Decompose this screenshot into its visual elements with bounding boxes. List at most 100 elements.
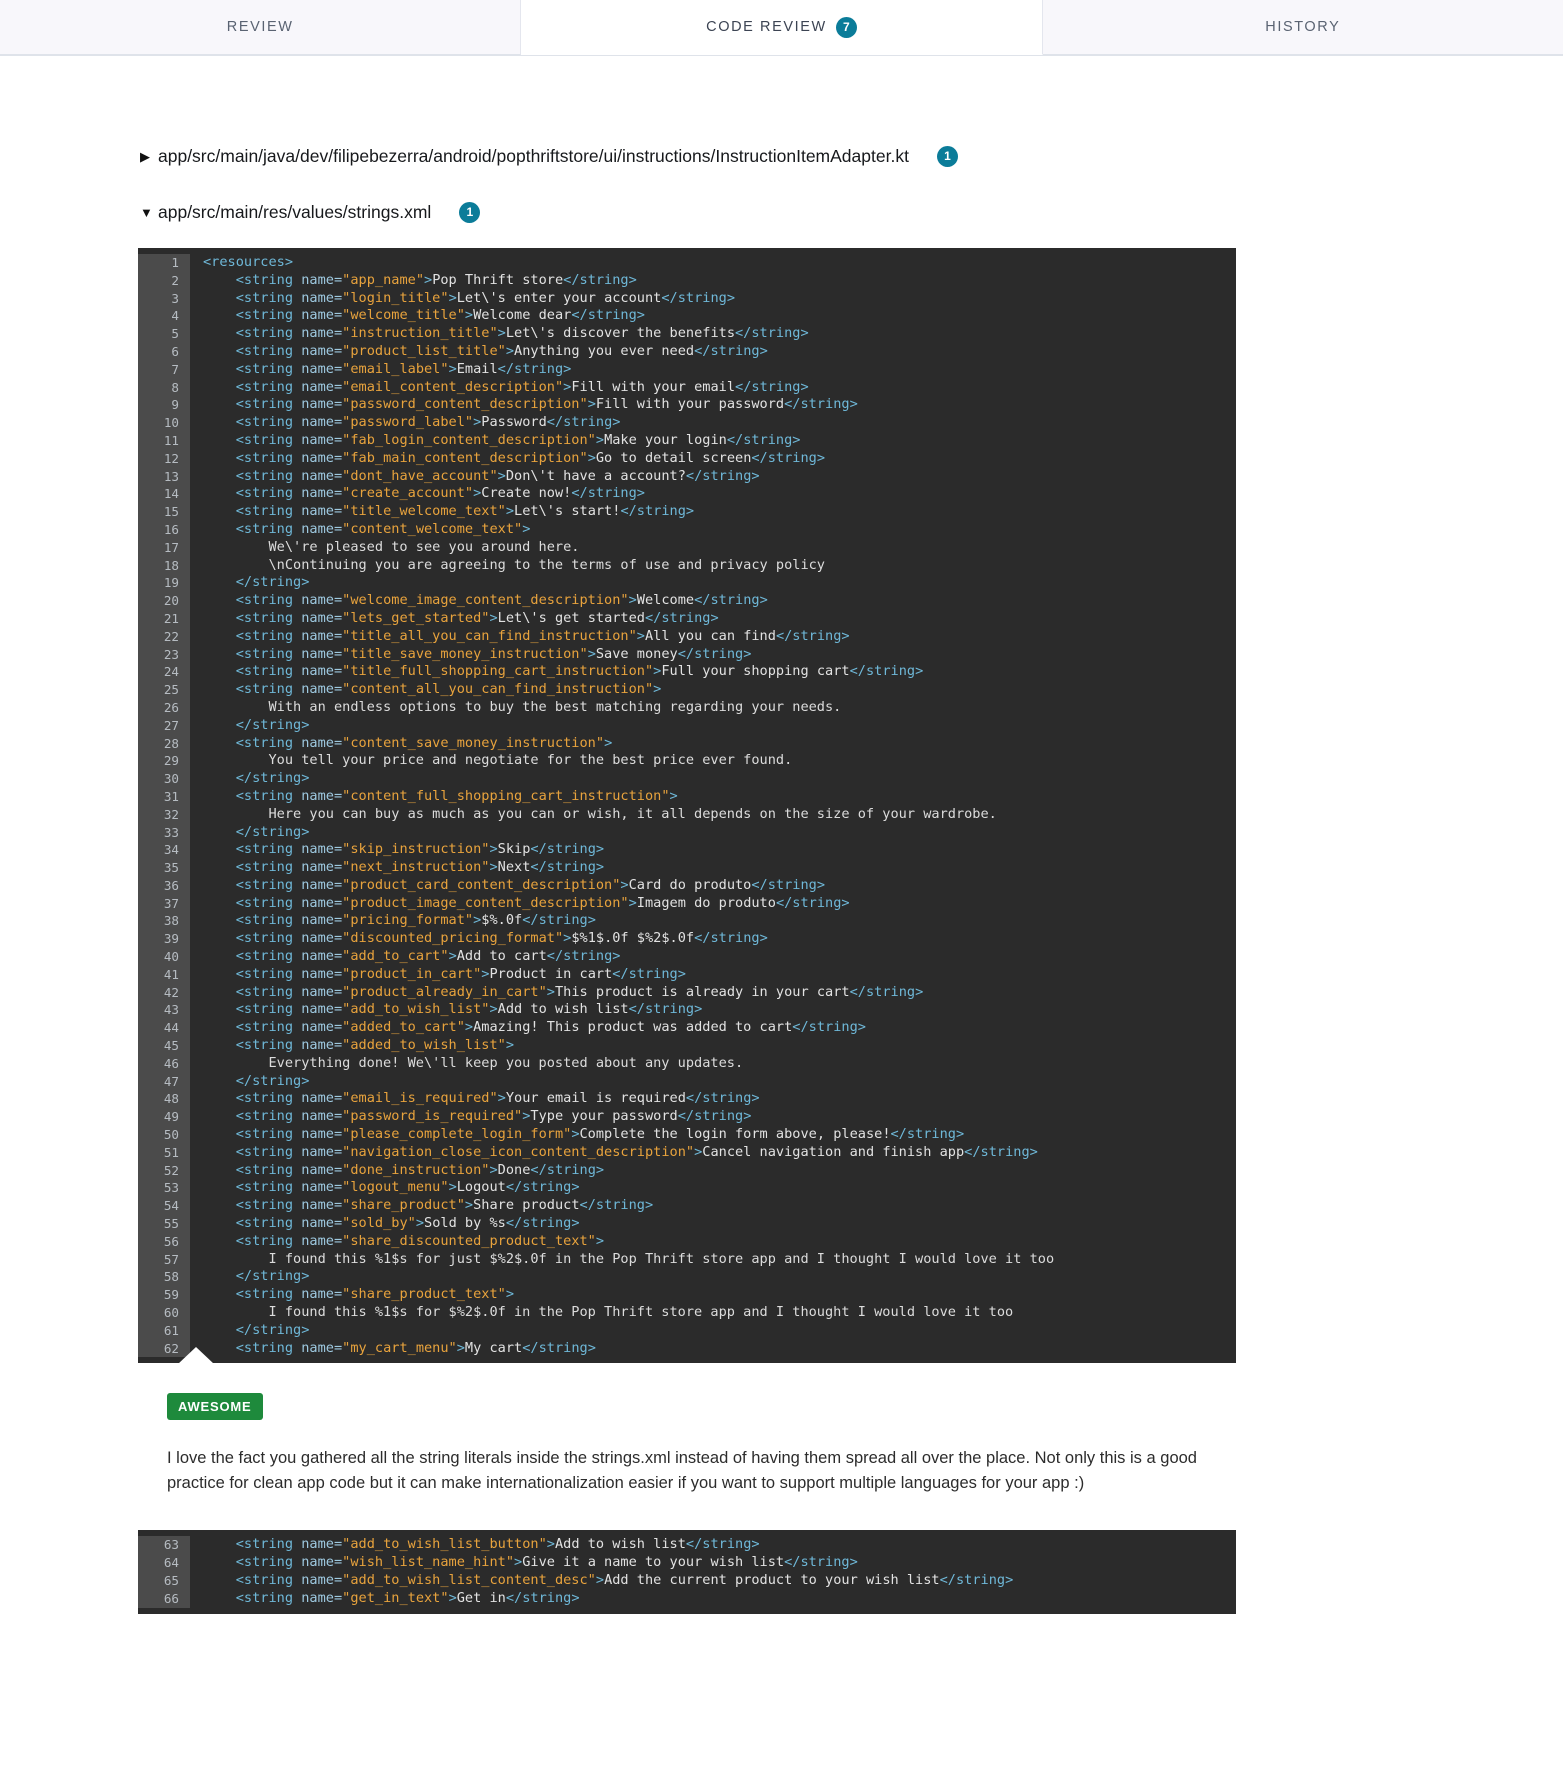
code-block-bottom[interactable]: 63 <string name="add_to_wish_list_button… bbox=[138, 1530, 1236, 1614]
code-lines-top: 1 <resources> 2 <string name="app_name">Po… bbox=[138, 248, 1236, 1363]
line-number: 2 bbox=[138, 271, 190, 290]
line-number: 31 bbox=[138, 787, 190, 806]
line-content: </string> bbox=[235, 716, 310, 733]
line-content: Here you can buy as much as you can or w… bbox=[203, 805, 997, 822]
code-line: 20 <string name="welcome_image_content_d… bbox=[138, 592, 1236, 610]
line-content: <string name="content_full_shopping_cart… bbox=[235, 787, 678, 804]
code-line: 51 <string name="navigation_close_icon_c… bbox=[138, 1143, 1236, 1162]
code-line: 15 <string name="title_welcome_text">Let… bbox=[138, 503, 1236, 521]
tab-history[interactable]: HISTORY bbox=[1042, 0, 1563, 55]
code-line: 43 <string name="add_to_wish_list">Add t… bbox=[138, 1001, 1236, 1020]
line-number: 13 bbox=[138, 467, 190, 486]
line-number: 23 bbox=[138, 645, 190, 664]
line-number: 48 bbox=[138, 1090, 190, 1109]
code-line: 35 <string name="next_instruction">Next<… bbox=[138, 859, 1236, 877]
line-number: 38 bbox=[138, 912, 190, 931]
line-content: <string name="welcome_image_content_desc… bbox=[235, 592, 768, 609]
chevron-right-icon[interactable]: ▶ bbox=[140, 150, 154, 163]
code-line: 17 We\'re pleased to see you around here… bbox=[138, 538, 1236, 557]
file-row-strings-xml[interactable]: ▼ app/src/main/res/values/strings.xml 1 bbox=[0, 194, 1563, 230]
line-content: <string name="next_instruction">Next</st… bbox=[235, 859, 605, 876]
line-content: <string name="product_list_title">Anythi… bbox=[235, 342, 768, 359]
line-number: 36 bbox=[138, 876, 190, 895]
line-content: <string name="login_title">Let\'s enter … bbox=[235, 289, 736, 306]
line-number: 60 bbox=[138, 1304, 190, 1322]
line-content: <string name="product_card_content_descr… bbox=[235, 876, 826, 893]
tab-history-label: HISTORY bbox=[1265, 19, 1341, 35]
line-number: 6 bbox=[138, 342, 190, 361]
line-content: <string name="email_content_description"… bbox=[235, 378, 809, 395]
line-content: <string name="dont_have_account">Don\'t … bbox=[235, 467, 760, 484]
line-content: </string> bbox=[235, 1321, 310, 1338]
comment-pointer-caret bbox=[178, 1347, 214, 1365]
line-number: 5 bbox=[138, 325, 190, 343]
code-line: 4 <string name="welcome_title">Welcome d… bbox=[138, 307, 1236, 326]
line-content: <string name="password_is_required">Type… bbox=[235, 1108, 752, 1125]
line-number: 34 bbox=[138, 841, 190, 860]
line-number: 63 bbox=[138, 1536, 190, 1555]
code-block-top[interactable]: 1 <resources> 2 <string name="app_name">Po… bbox=[138, 248, 1236, 1365]
line-content: <string name="app_name">Pop Thrift store… bbox=[235, 271, 637, 288]
line-content: <string name="pricing_format">$%.0f</str… bbox=[235, 912, 596, 929]
line-content: <string name="skip_instruction">Skip</st… bbox=[235, 841, 605, 858]
tab-review[interactable]: REVIEW bbox=[0, 0, 522, 55]
line-content: <string name="sold_by">Sold by %s</strin… bbox=[235, 1215, 580, 1232]
code-line: 66 <string name="get_in_text">Get in</st… bbox=[138, 1589, 1236, 1608]
line-number: 17 bbox=[138, 538, 190, 557]
line-content: <string name="get_in_text">Get in</strin… bbox=[235, 1589, 580, 1606]
line-number: 40 bbox=[138, 948, 190, 966]
line-content: <string name="add_to_wish_list_content_d… bbox=[235, 1572, 1014, 1588]
code-line: 29 You tell your price and negotiate for… bbox=[138, 752, 1236, 771]
line-number: 22 bbox=[138, 627, 190, 646]
line-number: 42 bbox=[138, 983, 190, 1002]
line-content: I found this %1$s for $%2$.0f in the Pop… bbox=[203, 1304, 1014, 1321]
line-content: <resources> bbox=[203, 254, 294, 270]
line-content: You tell your price and negotiate for th… bbox=[203, 752, 793, 769]
code-line: 42 <string name="product_already_in_cart… bbox=[138, 983, 1236, 1002]
code-line: 56 <string name="share_discounted_produc… bbox=[138, 1232, 1236, 1251]
code-line: 58 </string> bbox=[138, 1268, 1236, 1287]
line-content: I found this %1$s for just $%2$.0f in th… bbox=[203, 1250, 1055, 1267]
file-path-label: app/src/main/java/dev/filipebezerra/andr… bbox=[158, 145, 909, 166]
code-line: 22 <string name="title_all_you_can_find_… bbox=[138, 627, 1236, 646]
line-number: 64 bbox=[138, 1554, 190, 1572]
line-number: 65 bbox=[138, 1572, 190, 1590]
top-spacer bbox=[0, 56, 1563, 116]
line-number: 26 bbox=[138, 698, 190, 717]
code-line: 48 <string name="email_is_required">Your… bbox=[138, 1090, 1236, 1109]
line-content: <string name="password_content_descripti… bbox=[235, 396, 858, 413]
code-line: 34 <string name="skip_instruction">Skip<… bbox=[138, 841, 1236, 860]
line-number: 43 bbox=[138, 1001, 190, 1020]
line-number: 11 bbox=[138, 431, 190, 450]
code-line: 3 <string name="login_title">Let\'s ente… bbox=[138, 289, 1236, 308]
line-content: <string name="lets_get_started">Let\'s g… bbox=[235, 609, 719, 626]
code-line: 50 <string name="please_complete_login_f… bbox=[138, 1126, 1236, 1144]
code-line: 25 <string name="content_all_you_can_fin… bbox=[138, 681, 1236, 699]
code-line: 24 <string name="title_full_shopping_car… bbox=[138, 663, 1236, 682]
line-number: 28 bbox=[138, 734, 190, 753]
line-number: 66 bbox=[138, 1589, 190, 1608]
code-line: 64 <string name="wish_list_name_hint">Gi… bbox=[138, 1554, 1236, 1572]
line-content: <string name="title_full_shopping_cart_i… bbox=[235, 663, 924, 680]
code-line: 27 </string> bbox=[138, 716, 1236, 735]
line-content: <string name="fab_login_content_descript… bbox=[235, 431, 801, 448]
line-content: <string name="add_to_cart">Add to cart</… bbox=[235, 948, 621, 965]
tab-code-review[interactable]: CODE REVIEW 7 bbox=[521, 0, 1043, 55]
line-content: <string name="share_discounted_product_t… bbox=[235, 1232, 605, 1249]
line-number: 57 bbox=[138, 1250, 190, 1269]
code-line: 57 I found this %1$s for just $%2$.0f in… bbox=[138, 1250, 1236, 1269]
line-content: <string name="welcome_title">Welcome dea… bbox=[235, 307, 645, 324]
line-content: </string> bbox=[235, 1268, 310, 1285]
line-number: 18 bbox=[138, 556, 190, 575]
line-content: <string name="content_welcome_text"> bbox=[235, 520, 531, 537]
code-line: 19 </string> bbox=[138, 574, 1236, 593]
file-path-label: app/src/main/res/values/strings.xml bbox=[158, 201, 432, 222]
code-line: 65 <string name="add_to_wish_list_conten… bbox=[138, 1572, 1236, 1590]
code-line: 61 </string> bbox=[138, 1321, 1236, 1340]
chevron-down-icon[interactable]: ▼ bbox=[140, 206, 154, 219]
line-content: <string name="done_instruction">Done</st… bbox=[235, 1161, 605, 1178]
code-line: 38 <string name="pricing_format">$%.0f</… bbox=[138, 912, 1236, 931]
line-number: 50 bbox=[138, 1126, 190, 1144]
line-number: 1 bbox=[138, 254, 190, 272]
file-row-instruction-item-adapter[interactable]: ▶ app/src/main/java/dev/filipebezerra/an… bbox=[0, 138, 1563, 174]
